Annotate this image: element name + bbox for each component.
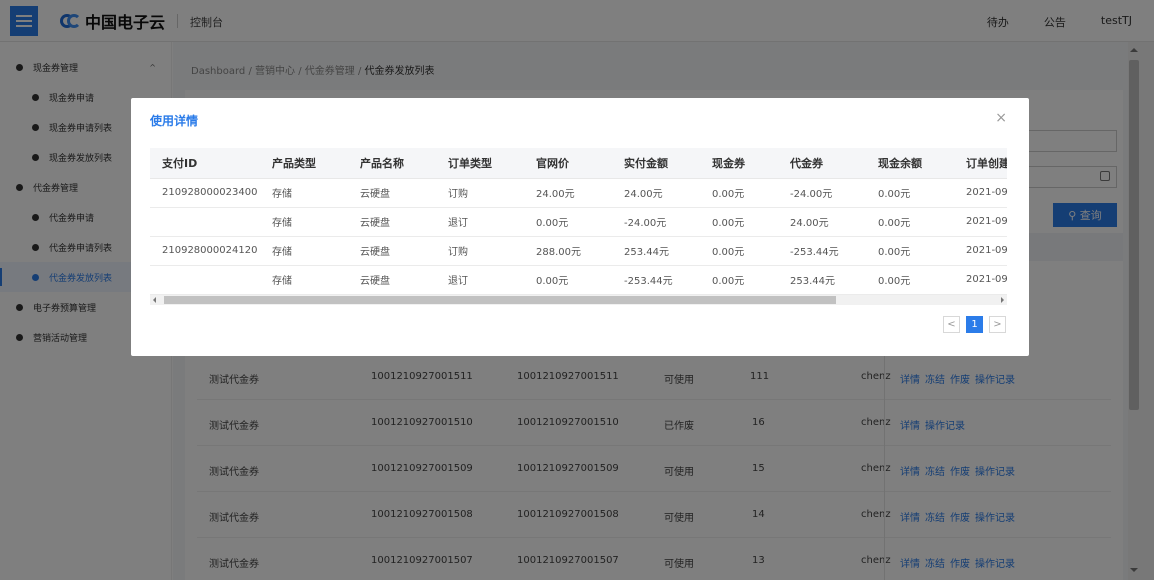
cell-product-name: 云硬盘	[348, 178, 436, 208]
cell-pay-id: 210928000024120	[150, 236, 260, 266]
cell-created: 2021-09	[954, 207, 1007, 237]
close-icon[interactable]: ×	[995, 110, 1007, 126]
cell-pay-id: 210928000023400	[150, 178, 260, 208]
table-header-row: 支付ID 产品类型 产品名称 订单类型 官网价 实付金额 现金券 代金券 现金余…	[150, 148, 1007, 179]
cell-created: 2021-09	[954, 178, 1007, 208]
col-header: 支付ID	[150, 148, 260, 179]
cell-product-type: 存储	[260, 236, 348, 266]
page-1-button[interactable]: 1	[966, 316, 983, 333]
dialog-title: 使用详情	[150, 114, 199, 128]
scroll-left-icon[interactable]	[153, 297, 156, 303]
cell-order-type: 退订	[436, 265, 524, 295]
cell-order-type: 订购	[436, 236, 524, 266]
cell-order-type: 退订	[436, 207, 524, 237]
cell-cash-coupon: 0.00元	[700, 236, 778, 266]
col-header: 代金券	[778, 148, 866, 179]
next-page-button[interactable]: >	[989, 316, 1006, 333]
pagination: < 1 >	[943, 316, 1006, 333]
cell-cash-balance: 0.00元	[866, 207, 954, 237]
cell-product-name: 云硬盘	[348, 265, 436, 295]
col-header: 产品名称	[348, 148, 436, 179]
cell-list-price: 0.00元	[524, 207, 612, 237]
table-row: 210928000023400 存储 云硬盘 订购 24.00元 24.00元 …	[150, 178, 1007, 208]
col-header: 实付金额	[612, 148, 700, 179]
cell-voucher: 24.00元	[778, 207, 866, 237]
cell-paid: -24.00元	[612, 207, 700, 237]
cell-list-price: 24.00元	[524, 178, 612, 208]
cell-created: 2021-09	[954, 236, 1007, 266]
cell-cash-balance: 0.00元	[866, 178, 954, 208]
cell-product-type: 存储	[260, 178, 348, 208]
cell-paid: 253.44元	[612, 236, 700, 266]
cell-product-name: 云硬盘	[348, 236, 436, 266]
col-header: 订单类型	[436, 148, 524, 179]
col-header: 现金券	[700, 148, 778, 179]
cell-voucher: 253.44元	[778, 265, 866, 295]
cell-cash-balance: 0.00元	[866, 265, 954, 295]
cell-list-price: 0.00元	[524, 265, 612, 295]
cell-created: 2021-09	[954, 265, 1007, 295]
scroll-thumb[interactable]	[164, 296, 836, 304]
cell-pay-id	[150, 265, 260, 295]
cell-order-type: 订购	[436, 178, 524, 208]
usage-table-container: 支付ID 产品类型 产品名称 订单类型 官网价 实付金额 现金券 代金券 现金余…	[150, 148, 1007, 304]
table-row: 存储 云硬盘 退订 0.00元 -253.44元 0.00元 253.44元 0…	[150, 265, 1007, 295]
col-header: 产品类型	[260, 148, 348, 179]
table-horizontal-scrollbar[interactable]	[150, 295, 1007, 305]
usage-details-dialog: 使用详情 × 支付ID 产品类型 产品名称 订单类型 官网价 实付金额 现金券 …	[131, 98, 1029, 356]
cell-cash-coupon: 0.00元	[700, 178, 778, 208]
cell-cash-coupon: 0.00元	[700, 265, 778, 295]
cell-list-price: 288.00元	[524, 236, 612, 266]
cell-product-name: 云硬盘	[348, 207, 436, 237]
col-header: 现金余额	[866, 148, 954, 179]
cell-paid: -253.44元	[612, 265, 700, 295]
table-row: 存储 云硬盘 退订 0.00元 -24.00元 0.00元 24.00元 0.0…	[150, 207, 1007, 237]
cell-paid: 24.00元	[612, 178, 700, 208]
scroll-right-icon[interactable]	[1001, 297, 1004, 303]
cell-product-type: 存储	[260, 207, 348, 237]
cell-product-type: 存储	[260, 265, 348, 295]
col-header: 订单创建	[954, 148, 1007, 179]
usage-table: 支付ID 产品类型 产品名称 订单类型 官网价 实付金额 现金券 代金券 现金余…	[150, 148, 1007, 295]
cell-voucher: -24.00元	[778, 178, 866, 208]
prev-page-button[interactable]: <	[943, 316, 960, 333]
cell-pay-id	[150, 207, 260, 237]
col-header: 官网价	[524, 148, 612, 179]
cell-cash-coupon: 0.00元	[700, 207, 778, 237]
cell-cash-balance: 0.00元	[866, 236, 954, 266]
table-row: 210928000024120 存储 云硬盘 订购 288.00元 253.44…	[150, 236, 1007, 266]
cell-voucher: -253.44元	[778, 236, 866, 266]
